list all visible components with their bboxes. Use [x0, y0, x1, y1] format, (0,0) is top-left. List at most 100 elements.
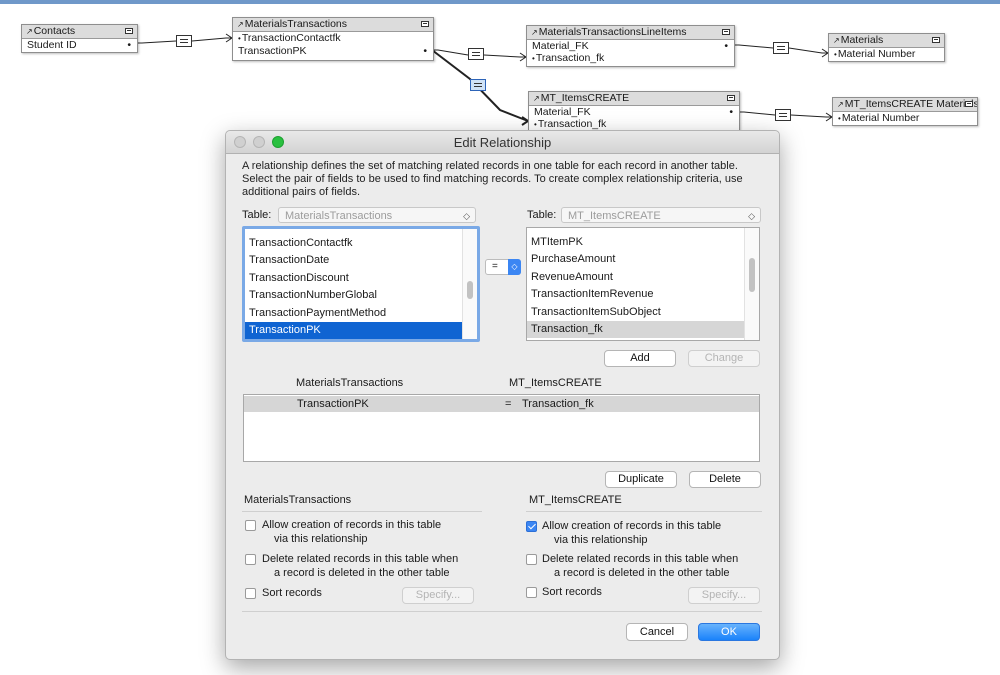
key-dot-icon: •	[724, 40, 728, 52]
field-list-item[interactable]: TransactionDiscount	[245, 270, 477, 287]
edit-relationship-dialog: Edit Relationship A relationship defines…	[225, 130, 780, 660]
field-list-item[interactable]: TransactionDate	[245, 252, 477, 269]
field-list-item[interactable]: TransactionItemSubObject	[527, 304, 759, 321]
right-specify-button[interactable]: Specify...	[688, 587, 760, 604]
dialog-title: Edit Relationship	[453, 135, 552, 150]
cancel-button[interactable]: Cancel	[626, 623, 688, 641]
right-sort-records-label: Sort records	[542, 586, 602, 598]
dialog-description: A relationship defines the set of matchi…	[242, 160, 743, 198]
field-transaction-fk[interactable]: •Transaction_fk	[527, 52, 734, 65]
left-allow-create-checkbox[interactable]	[245, 520, 256, 531]
collapse-icon[interactable]	[932, 37, 940, 43]
collapse-icon[interactable]	[965, 101, 973, 107]
criteria-left-field: TransactionPK	[297, 398, 369, 410]
collapse-icon[interactable]	[727, 95, 735, 101]
right-options-divider	[526, 511, 762, 512]
arrow-icon: ↗	[533, 94, 540, 103]
relationship-lineitems-materials[interactable]	[773, 42, 789, 54]
field-material-fk[interactable]: Material_FK •	[529, 106, 739, 118]
updown-chevron-icon: ◇	[463, 211, 470, 221]
key-dot-icon: •	[423, 45, 427, 57]
right-table-label: Table:	[527, 209, 557, 221]
criteria-left-header: MaterialsTransactions	[296, 377, 404, 389]
right-sort-records-checkbox[interactable]	[526, 587, 537, 598]
right-field-list[interactable]: MTItemPK PurchaseAmount RevenueAmount Tr…	[526, 227, 760, 341]
table-occurrence-mt-items-create-materials[interactable]: ↗MT_ItemsCREATE Materials •Material Numb…	[832, 97, 978, 126]
criteria-row[interactable]: TransactionPK = Transaction_fk	[244, 396, 759, 412]
field-student-id[interactable]: Student ID •	[22, 39, 137, 51]
relationship-transactions-lineitems[interactable]	[468, 48, 484, 60]
field-list-item[interactable]: MTItemPK	[527, 234, 759, 251]
left-options-title: MaterialsTransactions	[244, 494, 352, 506]
duplicate-button[interactable]: Duplicate	[605, 471, 677, 488]
field-list-item-selected[interactable]: TransactionPK	[245, 321, 477, 339]
key-dot-icon: •	[238, 34, 241, 43]
field-list-item[interactable]: PurchaseAmount	[527, 251, 759, 268]
table-occurrence-mt-items-create[interactable]: ↗MT_ItemsCREATE Material_FK • •Transactio…	[528, 91, 740, 133]
key-dot-icon: •	[838, 114, 841, 123]
table-occurrence-materials[interactable]: ↗Materials •Material Number	[828, 33, 945, 62]
field-list-item[interactable]: TransactionPaymentMethod	[245, 305, 477, 322]
relationship-itemscreate-materials[interactable]	[775, 109, 791, 121]
field-list-item[interactable]: TransactionContactfk	[245, 235, 477, 252]
collapse-icon[interactable]	[722, 29, 730, 35]
left-sort-records-label: Sort records	[262, 587, 322, 599]
left-delete-related-label: Delete related records in this table whe…	[262, 553, 459, 579]
field-list-item[interactable]: TransactionNumberGlobal	[245, 287, 477, 304]
criteria-operator: =	[505, 398, 512, 410]
ok-button[interactable]: OK	[698, 623, 760, 641]
key-dot-icon: •	[729, 106, 733, 118]
left-sort-records-checkbox[interactable]	[245, 588, 256, 599]
left-options-divider	[242, 511, 482, 512]
delete-button[interactable]: Delete	[689, 471, 761, 488]
right-options-title: MT_ItemsCREATE	[529, 494, 622, 506]
table-occurrence-contacts[interactable]: ↗Contacts Student ID •	[21, 24, 138, 53]
change-button[interactable]: Change	[688, 350, 760, 367]
table-occurrence-line-items[interactable]: ↗MaterialsTransactionsLineItems Material…	[526, 25, 735, 67]
left-field-list[interactable]: TransactionContactfk TransactionDate Tra…	[242, 226, 480, 342]
operator-select[interactable]: = ◇	[485, 259, 521, 275]
updown-chevron-icon: ◇	[748, 211, 755, 221]
field-material-number[interactable]: •Material Number	[829, 48, 944, 61]
arrow-icon: ↗	[26, 27, 33, 36]
field-transaction-pk[interactable]: TransactionPK •	[233, 45, 433, 57]
right-allow-create-checkbox[interactable]	[526, 521, 537, 532]
field-material-number[interactable]: •Material Number	[833, 112, 977, 125]
relationship-contacts-transactions[interactable]	[176, 35, 192, 47]
collapse-icon[interactable]	[421, 21, 429, 27]
field-transaction-contactfk[interactable]: •TransactionContactfk	[233, 32, 433, 45]
field-list-item-selected[interactable]: Transaction_fk	[527, 320, 759, 339]
field-list-item[interactable]: TransactionItemRevenue	[527, 286, 759, 303]
left-allow-create-label: Allow creation of records in this table …	[262, 519, 442, 545]
criteria-list[interactable]: TransactionPK = Transaction_fk	[243, 394, 760, 462]
key-dot-icon: •	[532, 54, 535, 63]
arrow-icon: ↗	[837, 100, 844, 109]
criteria-right-header: MT_ItemsCREATE	[509, 377, 602, 389]
collapse-icon[interactable]	[125, 28, 133, 34]
criteria-right-field: Transaction_fk	[522, 398, 594, 410]
field-material-fk[interactable]: Material_FK •	[527, 40, 734, 52]
right-delete-related-label: Delete related records in this table whe…	[542, 553, 739, 579]
dialog-titlebar: Edit Relationship	[226, 131, 779, 154]
left-list-scrollbar[interactable]	[462, 229, 477, 339]
right-list-scrollbar[interactable]	[744, 228, 759, 340]
arrow-icon: ↗	[237, 20, 244, 29]
field-list-item[interactable]: RevenueAmount	[527, 269, 759, 286]
footer-divider	[242, 611, 762, 612]
add-button[interactable]: Add	[604, 350, 676, 367]
key-dot-icon: •	[534, 120, 537, 129]
arrow-icon: ↗	[531, 28, 538, 37]
arrow-icon: ↗	[833, 36, 840, 45]
left-specify-button[interactable]: Specify...	[402, 587, 474, 604]
scroll-thumb[interactable]	[467, 281, 473, 299]
table-occurrence-materials-transactions[interactable]: ↗MaterialsTransactions •TransactionConta…	[232, 17, 434, 61]
left-delete-related-checkbox[interactable]	[245, 554, 256, 565]
key-dot-icon: •	[127, 39, 131, 51]
right-delete-related-checkbox[interactable]	[526, 554, 537, 565]
relationship-transactions-itemscreate-selected[interactable]	[470, 79, 486, 91]
updown-chevron-icon: ◇	[508, 259, 521, 275]
left-table-select[interactable]: MaterialsTransactions ◇	[278, 207, 476, 223]
scroll-thumb[interactable]	[749, 258, 755, 292]
right-table-select[interactable]: MT_ItemsCREATE ◇	[561, 207, 761, 223]
key-dot-icon: •	[834, 50, 837, 59]
